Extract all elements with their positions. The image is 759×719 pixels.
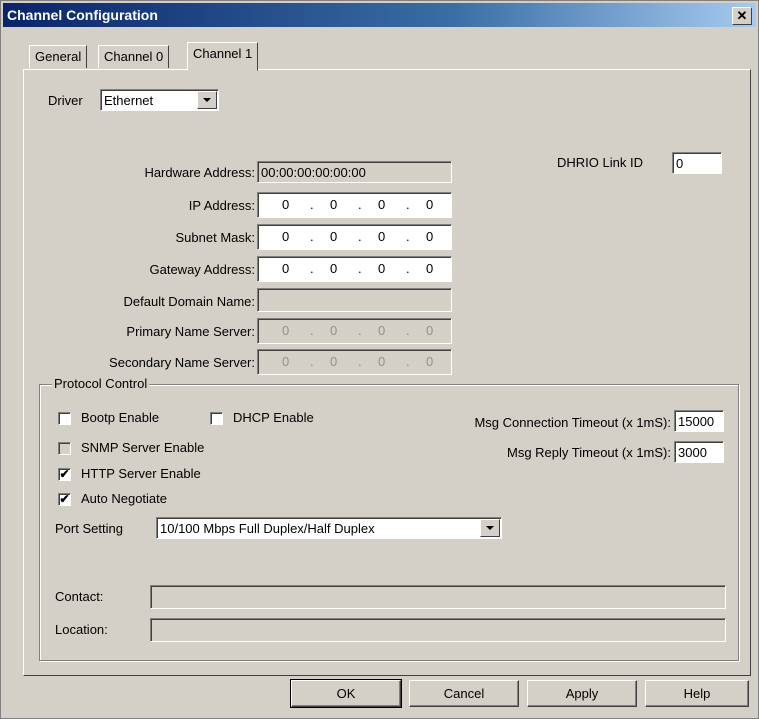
chevron-down-icon[interactable] (480, 519, 500, 537)
chevron-down-icon[interactable] (197, 91, 217, 109)
help-button[interactable]: Help (645, 680, 749, 707)
port-setting-value: 10/100 Mbps Full Duplex/Half Duplex (160, 521, 375, 536)
default-domain-field (257, 288, 452, 312)
ip-dot: . (358, 261, 362, 276)
ip-octet-4[interactable]: 0 (426, 197, 433, 212)
ip-dot: . (310, 323, 314, 338)
bootp-enable-label: Bootp Enable (81, 410, 160, 425)
http-server-enable-checkbox[interactable]: ✔ (58, 468, 71, 481)
ip-dot: . (406, 261, 410, 276)
subnet-octet-1[interactable]: 0 (282, 229, 289, 244)
driver-select[interactable]: Ethernet (100, 89, 219, 111)
subnet-mask-label: Subnet Mask: (175, 230, 256, 245)
ip-dot: . (406, 354, 410, 369)
ip-octet-3[interactable]: 0 (378, 197, 385, 212)
msg-connection-timeout-label: Msg Connection Timeout (x 1mS): (474, 415, 671, 430)
msg-connection-timeout-input[interactable]: 15000 (674, 410, 724, 432)
msg-reply-timeout-input[interactable]: 3000 (674, 441, 724, 463)
driver-value: Ethernet (104, 93, 154, 108)
secondary-name-server-field: 0 . 0 . 0 . 0 (257, 349, 452, 375)
hardware-address-label: Hardware Address: (144, 165, 255, 180)
primary-octet-3: 0 (378, 323, 386, 338)
gateway-address-input[interactable]: 0 . 0 . 0 . 0 (257, 256, 452, 282)
ip-dot: . (358, 323, 362, 338)
ip-dot: . (310, 354, 314, 369)
ip-dot: . (358, 197, 362, 212)
http-server-enable-label: HTTP Server Enable (81, 466, 201, 481)
ip-dot: . (406, 229, 410, 244)
dhrio-link-id-label: DHRIO Link ID (557, 155, 643, 170)
window-title: Channel Configuration (7, 7, 158, 23)
secondary-octet-1: 0 (282, 354, 290, 369)
port-setting-label: Port Setting (55, 521, 123, 536)
tab-channel-0[interactable]: Channel 0 (98, 45, 170, 68)
contact-label: Contact: (55, 589, 104, 604)
tab-channel-1[interactable]: Channel 1 (187, 42, 259, 71)
gateway-octet-3[interactable]: 0 (378, 261, 385, 276)
cancel-button[interactable]: Cancel (409, 680, 519, 707)
primary-octet-2: 0 (330, 323, 338, 338)
ip-dot: . (358, 229, 362, 244)
dhcp-enable-checkbox[interactable] (210, 412, 223, 425)
ip-dot: . (406, 197, 410, 212)
ip-dot: . (310, 261, 314, 276)
tab-general[interactable]: General (29, 45, 88, 68)
subnet-octet-2[interactable]: 0 (330, 229, 337, 244)
ip-dot: . (310, 229, 314, 244)
secondary-name-server-label: Secondary Name Server: (109, 355, 255, 370)
msg-reply-timeout-label: Msg Reply Timeout (x 1mS): (507, 445, 671, 460)
ip-address-input[interactable]: 0 . 0 . 0 . 0 (257, 192, 452, 218)
hardware-address-field: 00:00:00:00:00:00 (257, 161, 452, 183)
snmp-server-enable-checkbox[interactable] (58, 442, 71, 455)
subnet-mask-input[interactable]: 0 . 0 . 0 . 0 (257, 224, 452, 250)
gateway-octet-4[interactable]: 0 (426, 261, 433, 276)
dhcp-enable-label: DHCP Enable (233, 410, 314, 425)
secondary-octet-4: 0 (426, 354, 434, 369)
ip-address-label: IP Address: (188, 198, 255, 213)
contact-field (150, 585, 726, 609)
bootp-enable-checkbox[interactable] (58, 412, 71, 425)
subnet-octet-4[interactable]: 0 (426, 229, 433, 244)
ok-button[interactable]: OK (290, 679, 402, 708)
default-domain-label: Default Domain Name: (123, 294, 256, 309)
primary-octet-1: 0 (282, 323, 290, 338)
auto-negotiate-label: Auto Negotiate (81, 491, 168, 506)
channel-configuration-dialog: Channel Configuration ✕ General Channel … (0, 0, 759, 719)
title-bar[interactable]: Channel Configuration ✕ (3, 3, 756, 27)
gateway-octet-1[interactable]: 0 (282, 261, 289, 276)
primary-name-server-field: 0 . 0 . 0 . 0 (257, 318, 452, 344)
primary-octet-4: 0 (426, 323, 434, 338)
secondary-octet-2: 0 (330, 354, 338, 369)
location-label: Location: (55, 622, 108, 637)
dhrio-link-id-input[interactable]: 0 (672, 152, 722, 174)
protocol-control-title: Protocol Control (52, 376, 150, 391)
secondary-octet-3: 0 (378, 354, 386, 369)
location-field (150, 618, 726, 642)
ip-octet-2[interactable]: 0 (330, 197, 337, 212)
ip-octet-1[interactable]: 0 (282, 197, 289, 212)
ip-dot: . (310, 197, 314, 212)
primary-name-server-label: Primary Name Server: (126, 324, 255, 339)
gateway-octet-2[interactable]: 0 (330, 261, 337, 276)
snmp-server-enable-label: SNMP Server Enable (81, 440, 205, 455)
port-setting-select[interactable]: 10/100 Mbps Full Duplex/Half Duplex (156, 517, 502, 539)
close-icon[interactable]: ✕ (732, 7, 752, 25)
ip-dot: . (358, 354, 362, 369)
ip-dot: . (406, 323, 410, 338)
subnet-octet-3[interactable]: 0 (378, 229, 385, 244)
apply-button[interactable]: Apply (527, 680, 637, 707)
driver-label: Driver (48, 93, 83, 108)
auto-negotiate-checkbox[interactable]: ✔ (58, 493, 71, 506)
gateway-address-label: Gateway Address: (149, 262, 256, 277)
